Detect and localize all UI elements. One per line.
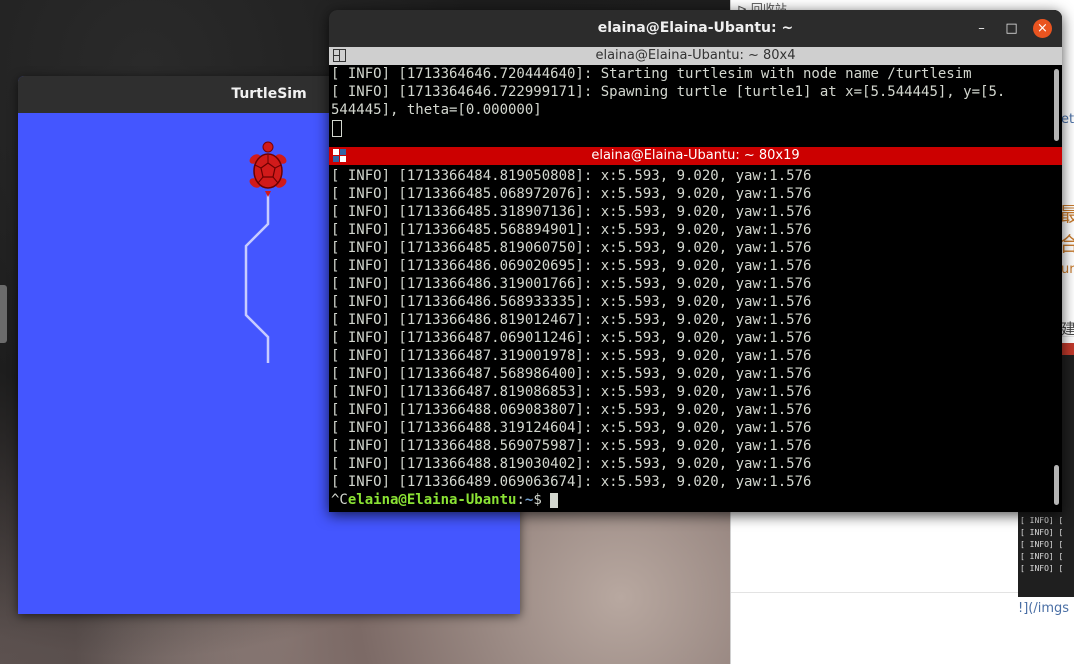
mini-term-line: [ INFO] [ xyxy=(1020,552,1064,561)
terminal-line: [ INFO] [1713366488.819030402]: x:5.593,… xyxy=(331,456,812,472)
maximize-button[interactable]: □ xyxy=(1002,19,1021,38)
terminal-line: [ INFO] [1713366487.319001978]: x:5.593,… xyxy=(331,348,812,364)
turtle-icon xyxy=(249,141,287,197)
terminal-title: elaina@Elaina-Ubantu: ~ xyxy=(597,20,794,36)
bottom-pane-title: elaina@Elaina-Ubantu: ~ 80x19 xyxy=(591,148,800,163)
bottom-pane-scrollbar[interactable] xyxy=(1054,465,1059,505)
terminal-line: [ INFO] [1713366487.568986400]: x:5.593,… xyxy=(331,366,812,382)
terminal-window[interactable]: elaina@Elaina-Ubantu: ~ – □ × elaina@Ela… xyxy=(329,10,1062,512)
prompt-separator: : xyxy=(516,492,525,508)
prompt-symbol: $ xyxy=(533,492,551,508)
bottom-pane[interactable]: [ INFO] [1713366484.819050808]: x:5.593,… xyxy=(329,165,1062,512)
mini-term-line: [ INFO] [ xyxy=(1020,540,1064,549)
terminal-line: [ INFO] [1713366484.819050808]: x:5.593,… xyxy=(331,168,812,184)
partial-text-4: ur xyxy=(1061,262,1074,277)
terminal-line: [ INFO] [1713366488.069083807]: x:5.593,… xyxy=(331,402,812,418)
top-pane-title: elaina@Elaina-Ubantu: ~ 80x4 xyxy=(595,48,796,63)
terminal-line: [ INFO] [1713366488.319124604]: x:5.593,… xyxy=(331,420,812,436)
dock-edge xyxy=(0,285,7,343)
terminal-line: [ INFO] [1713364646.722999171]: Spawning… xyxy=(331,84,1006,100)
close-button[interactable]: × xyxy=(1033,19,1052,38)
terminal-line: [ INFO] [1713366488.569075987]: x:5.593,… xyxy=(331,438,812,454)
bottom-pane-header[interactable]: elaina@Elaina-Ubantu: ~ 80x19 xyxy=(329,147,1062,165)
terminal-line: [ INFO] [1713366485.318907136]: x:5.593,… xyxy=(331,204,812,220)
inactive-cursor xyxy=(332,119,342,137)
terminal-line: [ INFO] [1713366486.568933335]: x:5.593,… xyxy=(331,294,812,310)
split-pane-icon[interactable] xyxy=(333,149,346,162)
terminal-prompt-line[interactable]: ^Celaina@Elaina-Ubantu:~$ xyxy=(331,491,1062,509)
interrupt-marker: ^C xyxy=(331,492,348,508)
terminal-line: [ INFO] [1713366485.068972076]: x:5.593,… xyxy=(331,186,812,202)
terminal-line: [ INFO] [1713366486.319001766]: x:5.593,… xyxy=(331,276,812,292)
terminal-line: [ INFO] [1713366486.069020695]: x:5.593,… xyxy=(331,258,812,274)
terminal-line: [ INFO] [1713366489.069063674]: x:5.593,… xyxy=(331,474,812,490)
terminal-line: [ INFO] [1713366486.819012467]: x:5.593,… xyxy=(331,312,812,328)
terminal-titlebar[interactable]: elaina@Elaina-Ubantu: ~ – □ × xyxy=(329,10,1062,47)
terminal-line: [ INFO] [1713366487.069011246]: x:5.593,… xyxy=(331,330,812,346)
top-pane[interactable]: [ INFO] [1713364646.720444640]: Starting… xyxy=(329,65,1062,147)
turtle-path xyxy=(244,193,270,363)
top-pane-header[interactable]: elaina@Elaina-Ubantu: ~ 80x4 xyxy=(329,47,1062,65)
terminal-line: [ INFO] [1713366485.568894901]: x:5.593,… xyxy=(331,222,812,238)
partial-text-1: et xyxy=(1061,112,1074,127)
mini-term-line: [ INFO] [ xyxy=(1020,528,1064,537)
prompt-user-host: elaina@Elaina-Ubantu xyxy=(347,492,517,508)
image-link-text[interactable]: !](/imgs xyxy=(1018,601,1069,616)
top-pane-scrollbar[interactable] xyxy=(1054,69,1059,141)
text-cursor xyxy=(550,492,559,508)
terminal-line: [ INFO] [1713366485.819060750]: x:5.593,… xyxy=(331,240,812,256)
mini-term-line: [ INFO] [ xyxy=(1020,564,1064,573)
terminal-line: [ INFO] [1713364646.720444640]: Starting… xyxy=(331,66,972,82)
split-pane-icon[interactable] xyxy=(333,49,346,62)
minimize-button[interactable]: – xyxy=(972,19,991,38)
terminal-line: 544445], theta=[0.000000] xyxy=(331,102,542,118)
terminal-line: [ INFO] [1713366487.819086853]: x:5.593,… xyxy=(331,384,812,400)
mini-term-line: [ INFO] [ xyxy=(1020,516,1064,525)
terminal-cursor-line xyxy=(331,119,1062,137)
